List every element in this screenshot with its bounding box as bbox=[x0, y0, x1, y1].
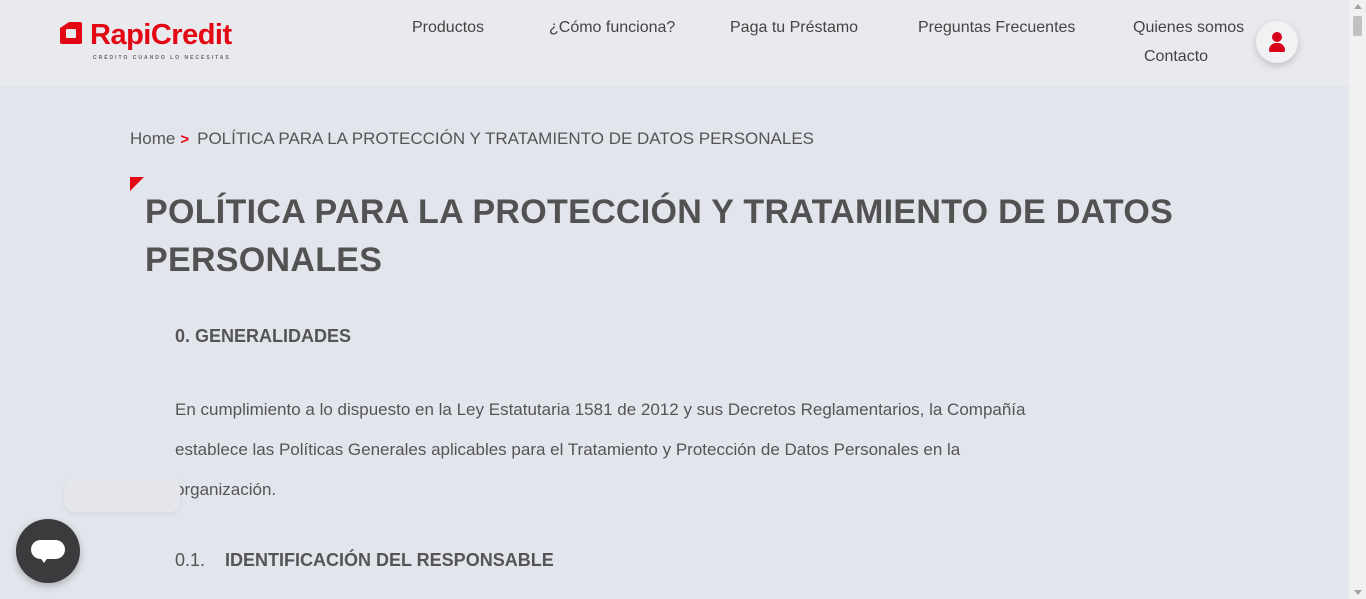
nav-paga-tu-prestamo[interactable]: Paga tu Préstamo bbox=[730, 19, 858, 37]
subsection-number: 0.1. bbox=[175, 550, 206, 570]
breadcrumb-home[interactable]: Home bbox=[130, 129, 175, 148]
user-icon bbox=[1272, 32, 1282, 42]
nav-productos[interactable]: Productos bbox=[412, 19, 484, 37]
site-header: RapiCredit CRÉDITO CUANDO LO NECESITAS P… bbox=[0, 0, 1349, 86]
scroll-down-arrow-icon[interactable] bbox=[1354, 590, 1362, 595]
page-title: POLÍTICA PARA LA PROTECCIÓN Y TRATAMIENT… bbox=[145, 193, 1174, 279]
user-account-button[interactable] bbox=[1256, 21, 1298, 63]
page-scrollbar[interactable] bbox=[1349, 0, 1366, 599]
nav-como-funciona[interactable]: ¿Cómo funciona? bbox=[549, 19, 675, 37]
title-accent-corner bbox=[130, 177, 144, 191]
chat-greeting-popup[interactable] bbox=[64, 478, 180, 512]
section-heading-generalidades: 0. GENERALIDADES bbox=[175, 326, 352, 346]
logo-text: RapiCredit bbox=[90, 19, 232, 51]
paragraph-generalidades: En cumplimiento a lo dispuesto en la Ley… bbox=[175, 400, 1026, 499]
scroll-thumb[interactable] bbox=[1353, 16, 1362, 36]
scroll-up-arrow-icon[interactable] bbox=[1354, 4, 1362, 9]
chat-button[interactable] bbox=[16, 519, 80, 583]
logo-mark-icon bbox=[60, 22, 82, 44]
nav-quienes-somos[interactable]: Quienes somos bbox=[1133, 19, 1244, 37]
subsection-heading: 0.1. IDENTIFICACIÓN DEL RESPONSABLE bbox=[175, 550, 554, 571]
chat-bubble-icon bbox=[31, 540, 65, 563]
nav-contacto[interactable]: Contacto bbox=[1144, 48, 1208, 66]
user-icon-body bbox=[1269, 43, 1285, 52]
breadcrumb-separator-icon: > bbox=[180, 131, 190, 148]
logo-tagline: CRÉDITO CUANDO LO NECESITAS bbox=[93, 55, 231, 61]
subsection-title: IDENTIFICACIÓN DEL RESPONSABLE bbox=[225, 550, 554, 570]
breadcrumb-current: POLÍTICA PARA LA PROTECCIÓN Y TRATAMIENT… bbox=[197, 129, 815, 148]
rapicredit-logo[interactable]: RapiCredit CRÉDITO CUANDO LO NECESITAS bbox=[60, 19, 260, 65]
nav-preguntas-frecuentes[interactable]: Preguntas Frecuentes bbox=[918, 19, 1075, 37]
breadcrumb: Home > POLÍTICA PARA LA PROTECCIÓN Y TRATA… bbox=[130, 129, 814, 149]
